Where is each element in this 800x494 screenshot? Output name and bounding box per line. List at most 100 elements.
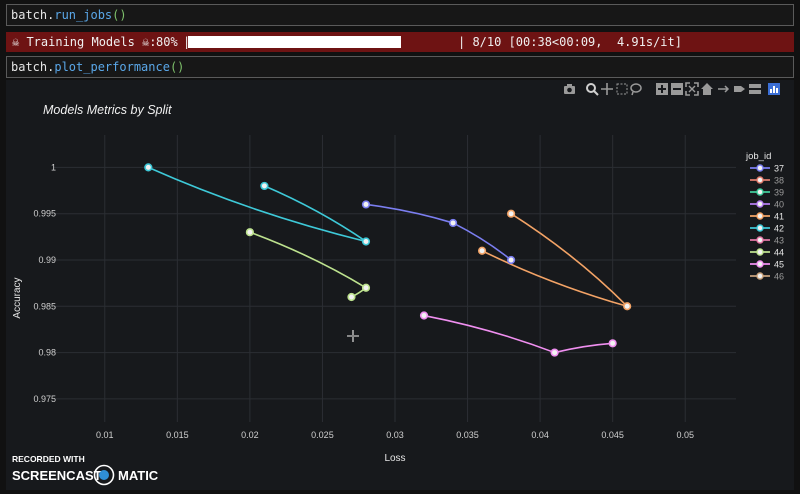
watermark: RECORDED WITH SCREENCAST MATIC <box>12 454 159 486</box>
legend-item-38[interactable]: 38 <box>750 176 784 186</box>
legend-swatch-marker <box>756 212 764 220</box>
move-cursor-icon <box>347 330 359 342</box>
pan-icon[interactable] <box>601 83 613 95</box>
x-tick-label: 0.05 <box>676 430 694 440</box>
autoscale-icon[interactable] <box>685 82 699 96</box>
data-point-41[interactable] <box>477 246 487 255</box>
legend-label: 45 <box>774 260 784 270</box>
legend-swatch-marker <box>756 176 764 184</box>
data-point-44[interactable] <box>245 228 254 237</box>
lasso-icon[interactable] <box>630 83 642 96</box>
legend-item-40[interactable]: 40 <box>750 200 784 210</box>
legend-label: 39 <box>774 188 784 198</box>
code-object: batch. <box>11 8 55 22</box>
x-tick-label: 0.035 <box>456 430 479 440</box>
legend-swatch-marker <box>756 260 764 268</box>
legend-item-46[interactable]: 46 <box>750 272 784 282</box>
legend-item-43[interactable]: 43 <box>750 236 784 246</box>
x-axis-ticks: 0.01 0.015 0.02 0.025 0.03 0.035 0.04 0.045 0.05 <box>96 430 694 440</box>
data-point-45[interactable] <box>550 348 559 357</box>
data-point-44[interactable] <box>361 283 371 292</box>
legend[interactable]: 37 38 39 40 41 42 43 44 45 46 <box>750 164 784 282</box>
data-point-37[interactable] <box>448 218 458 228</box>
chart-title: Models Metrics by Split <box>43 103 172 117</box>
legend-label: 38 <box>774 176 784 186</box>
x-tick-label: 0.02 <box>241 430 259 440</box>
series-line-37 <box>365 203 512 261</box>
legend-item-39[interactable]: 39 <box>750 188 784 198</box>
hover-compare-icon[interactable] <box>749 84 761 94</box>
data-point-37[interactable] <box>361 200 371 209</box>
y-tick-label: 0.995 <box>33 209 56 219</box>
legend-label: 40 <box>774 200 784 210</box>
code-parens: () <box>169 60 185 74</box>
code-function: run_jobs <box>54 8 113 22</box>
data-point-41[interactable] <box>506 209 516 218</box>
code-cell-plot-performance[interactable]: batch.plot_performance() <box>6 56 794 78</box>
progress-bar-fill <box>188 36 401 48</box>
progress-percent: 80% <box>156 35 178 49</box>
legend-label: 43 <box>774 236 784 246</box>
legend-item-42[interactable]: 42 <box>750 224 784 234</box>
legend-item-45[interactable]: 45 <box>750 260 784 270</box>
progress-stats: | 8/10 [00:38<00:09, 4.91s/it] <box>458 35 682 49</box>
data-point-42[interactable] <box>361 237 371 246</box>
legend-swatch-marker <box>756 200 764 208</box>
zoom-in-icon[interactable] <box>656 83 668 95</box>
legend-label: 37 <box>774 164 784 174</box>
reset-axes-icon[interactable] <box>701 83 713 95</box>
data-point-37[interactable] <box>506 255 516 265</box>
data-point-44[interactable] <box>347 292 356 302</box>
zoom-icon[interactable] <box>586 83 599 96</box>
legend-swatch-marker <box>756 164 764 172</box>
legend-swatch-marker <box>756 248 764 256</box>
y-tick-label: 0.99 <box>38 255 56 265</box>
data-point-45[interactable] <box>608 339 617 348</box>
plot-output: Models Metrics by Split 0.01 0.015 0.02 0.0… <box>6 80 794 490</box>
code-object: batch. <box>11 60 55 74</box>
box-select-icon[interactable] <box>616 83 628 95</box>
code-parens: () <box>112 8 127 22</box>
data-point-41[interactable] <box>623 302 632 311</box>
y-axis-label: Accuracy <box>12 277 23 318</box>
watermark-brand-left: SCREENCAST <box>12 468 102 483</box>
code-cell-run-jobs[interactable]: batch.run_jobs() <box>6 4 794 26</box>
spike-lines-icon[interactable] <box>718 85 730 93</box>
hover-closest-icon[interactable] <box>734 86 745 92</box>
legend-item-37[interactable]: 37 <box>750 164 784 174</box>
progress-label: ☠ Training Models ☠: <box>12 35 157 49</box>
legend-label: 46 <box>774 272 784 282</box>
legend-swatch-marker <box>756 188 764 196</box>
series-line-44 <box>249 231 368 298</box>
legend-title: job_id <box>745 151 771 162</box>
y-tick-label: 0.975 <box>33 394 56 404</box>
data-point-42[interactable] <box>144 163 153 172</box>
x-tick-label: 0.04 <box>531 430 549 440</box>
code-function: plot_performance <box>54 60 170 74</box>
x-tick-label: 0.025 <box>311 430 334 440</box>
legend-swatch-marker <box>756 236 764 244</box>
y-tick-label: 0.98 <box>38 348 56 358</box>
progress-bar <box>188 36 454 48</box>
zoom-out-icon[interactable] <box>671 83 683 95</box>
camera-icon[interactable] <box>564 84 575 94</box>
x-tick-label: 0.045 <box>601 430 624 440</box>
series-line-42 <box>147 166 367 243</box>
x-tick-label: 0.015 <box>166 430 189 440</box>
watermark-brand-right: MATIC <box>118 468 159 483</box>
grid-lines <box>54 135 736 422</box>
legend-label: 44 <box>774 248 784 258</box>
modebar[interactable] <box>564 82 780 96</box>
legend-item-41[interactable]: 41 <box>750 212 784 222</box>
data-point-42[interactable] <box>260 181 269 191</box>
y-tick-label: 0.985 <box>33 301 56 311</box>
plotly-logo-icon[interactable] <box>768 83 780 95</box>
watermark-caption: RECORDED WITH <box>12 454 85 464</box>
legend-item-44[interactable]: 44 <box>750 248 784 258</box>
legend-label: 41 <box>774 212 784 222</box>
legend-swatch-marker <box>756 224 764 232</box>
data-point-45[interactable] <box>419 311 429 320</box>
series-line-45 <box>423 314 613 354</box>
y-tick-label: 1 <box>51 162 56 172</box>
metrics-chart[interactable]: Models Metrics by Split 0.01 0.015 0.02 0.0… <box>6 80 794 490</box>
